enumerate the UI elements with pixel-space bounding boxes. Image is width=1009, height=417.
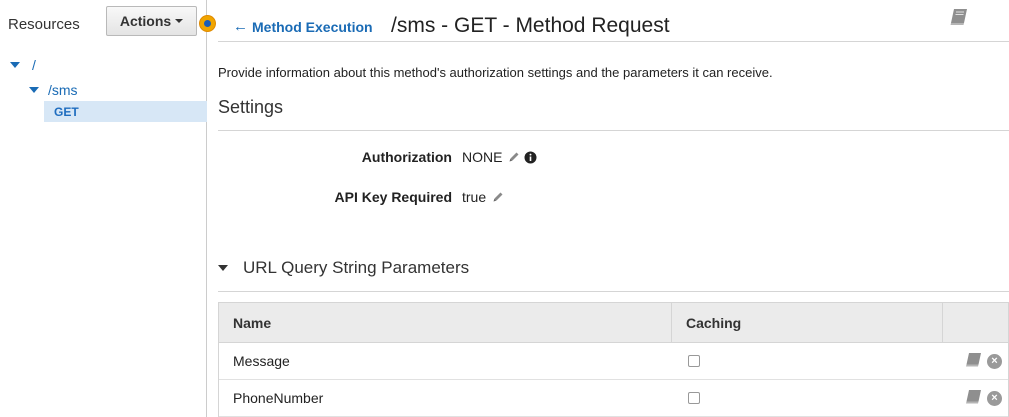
param-name: PhoneNumber xyxy=(233,390,324,406)
arrow-left-icon: ← xyxy=(233,18,248,35)
actions-dropdown-button[interactable]: Actions xyxy=(106,6,197,36)
pencil-edit-icon[interactable] xyxy=(492,191,504,203)
tree-item-get-selected[interactable]: GET xyxy=(44,101,207,122)
query-params-section-toggle[interactable]: URL Query String Parameters xyxy=(218,258,469,278)
divider xyxy=(218,41,1009,42)
authorization-value: NONE xyxy=(462,149,503,165)
collapse-triangle-icon[interactable] xyxy=(218,265,228,271)
api-key-required-field: true xyxy=(462,189,504,205)
table-header: Name Caching xyxy=(219,303,1008,343)
status-indicator-icon xyxy=(200,16,215,31)
info-circle-icon[interactable] xyxy=(524,151,537,164)
page-description: Provide information about this method's … xyxy=(218,65,773,80)
caret-down-icon xyxy=(175,19,184,23)
tree-item-label: GET xyxy=(54,104,79,119)
caching-checkbox[interactable] xyxy=(688,392,700,404)
tree-item-root[interactable]: / xyxy=(10,57,36,73)
row-actions: × xyxy=(943,343,1008,379)
caching-cell xyxy=(672,343,943,379)
remove-circle-icon[interactable]: × xyxy=(987,353,1002,369)
actions-label: Actions xyxy=(119,13,172,29)
query-params-table: Name Caching Message × PhoneNumber × xyxy=(218,302,1009,417)
column-header-caching: Caching xyxy=(672,303,943,342)
back-link-label: Method Execution xyxy=(252,18,373,35)
method-execution-back-link[interactable]: ← Method Execution xyxy=(233,18,373,35)
expand-triangle-icon[interactable] xyxy=(29,87,39,93)
param-name: Message xyxy=(233,353,290,369)
api-key-required-value: true xyxy=(462,189,487,205)
divider xyxy=(218,130,1009,131)
table-row: Message × xyxy=(219,343,1008,380)
documentation-book-icon[interactable] xyxy=(965,389,982,407)
method-request-panel: ← Method Execution /sms - GET - Method R… xyxy=(218,0,1009,417)
authorization-label: Authorization xyxy=(361,149,452,165)
tree-item-label: /sms xyxy=(48,82,78,98)
query-params-heading: URL Query String Parameters xyxy=(243,258,470,277)
api-key-required-label: API Key Required xyxy=(334,189,452,205)
authorization-field: NONE xyxy=(462,149,537,165)
column-header-actions xyxy=(943,303,1008,342)
resources-label: Resources xyxy=(8,16,80,33)
resources-sidebar: Resources Actions / /sms GET xyxy=(0,0,207,417)
divider xyxy=(218,291,1009,292)
tree-item-sms[interactable]: /sms xyxy=(29,82,78,98)
settings-heading: Settings xyxy=(218,97,284,117)
remove-circle-icon[interactable]: × xyxy=(987,390,1002,406)
row-actions: × xyxy=(943,380,1008,416)
page-title: /sms - GET - Method Request xyxy=(391,14,670,37)
caching-checkbox[interactable] xyxy=(688,355,700,367)
documentation-book-icon[interactable] xyxy=(965,352,982,370)
column-header-name: Name xyxy=(219,303,672,342)
caching-cell xyxy=(672,380,943,416)
pencil-edit-icon[interactable] xyxy=(508,151,520,163)
tree-item-label: / xyxy=(32,57,36,73)
expand-triangle-icon[interactable] xyxy=(10,62,20,68)
documentation-book-icon[interactable] xyxy=(949,8,969,29)
table-row: PhoneNumber × xyxy=(219,380,1008,417)
